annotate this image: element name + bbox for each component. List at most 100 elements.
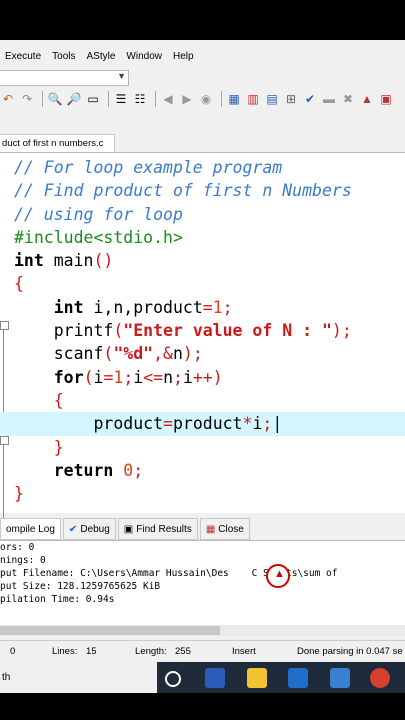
code-token: // using for loop	[14, 204, 183, 224]
stop-icon[interactable]: ▬	[321, 91, 337, 107]
undo-icon[interactable]: ↶	[0, 91, 16, 107]
code-token: ;	[173, 367, 183, 387]
bookmark-prev-icon[interactable]: ◀	[160, 91, 176, 107]
log-line: pilation Time: 0.94s	[0, 594, 115, 605]
scrollbar-thumb[interactable]	[0, 626, 220, 635]
code-editor[interactable]: // For loop example program // Find produ…	[0, 152, 405, 535]
code-line[interactable]: #include<stdio.h>	[14, 226, 405, 249]
check-icon: ✔	[68, 523, 78, 535]
tab-debug[interactable]: ✔ Debug	[62, 518, 116, 540]
code-line[interactable]: {	[14, 272, 405, 295]
code-token: ;	[123, 367, 134, 387]
class-icon[interactable]: ▣	[378, 91, 394, 107]
horizontal-scrollbar[interactable]	[0, 625, 405, 636]
bookmark-next-icon[interactable]: ▶	[179, 91, 195, 107]
code-token: 1	[212, 297, 223, 317]
close-panel-icon: ▦	[205, 523, 216, 535]
code-line[interactable]: for(i=1;i<=n;i++)	[14, 366, 405, 389]
code-line[interactable]: int main()	[14, 249, 405, 272]
tab-find-results-label: Find Results	[136, 523, 192, 535]
code-token: ;	[262, 414, 273, 434]
menu-execute[interactable]: Execute	[5, 51, 41, 62]
code-token: =	[202, 297, 213, 317]
taskbar-search[interactable]: th	[0, 662, 157, 693]
code-line[interactable]: // using for loop	[14, 203, 405, 226]
fold-collapse-icon[interactable]	[0, 321, 9, 330]
log-line: nings: 0	[0, 555, 46, 566]
file-explorer-icon[interactable]	[247, 668, 267, 688]
outlook-icon[interactable]	[288, 668, 308, 688]
toolbar-separator	[221, 91, 222, 107]
code-text[interactable]: // For loop example program // Find produ…	[0, 156, 405, 505]
task-view-icon[interactable]	[165, 671, 181, 687]
status-lines-label: Lines:	[52, 645, 78, 657]
status-lines: 15	[86, 645, 97, 657]
code-token: (	[113, 321, 124, 341]
status-bar: 0 Lines: 15 Length: 255 Insert Done pars…	[0, 640, 405, 661]
code-token: // For loop example program	[14, 158, 283, 177]
code-token: // Find product of first n Numbers	[14, 181, 352, 201]
code-token: i	[252, 414, 263, 434]
code-token: =	[103, 367, 114, 387]
code-token: int	[53, 297, 84, 317]
code-token: #include<stdio.h>	[14, 227, 183, 247]
goto-icon[interactable]: ▭	[85, 91, 101, 107]
code-line[interactable]: int i,n,product=1;	[14, 296, 405, 319]
check-icon[interactable]: ✔	[302, 91, 318, 107]
code-line[interactable]: }	[14, 436, 405, 459]
tab-close-label: Close	[218, 523, 244, 535]
code-token: product	[172, 414, 243, 434]
menu-tools[interactable]: Tools	[52, 51, 75, 62]
replace-icon[interactable]: 🔎	[66, 91, 82, 107]
chrome-icon[interactable]	[370, 668, 390, 688]
ide-window: Execute Tools AStyle Window Help ▼ ↶ ↷ 🔍…	[0, 40, 405, 693]
bookmark-icon[interactable]: ◉	[198, 91, 214, 107]
compile-run-icon[interactable]: ▤	[264, 91, 280, 107]
toolbar-separator	[108, 91, 109, 107]
word-icon[interactable]	[205, 668, 225, 688]
code-line[interactable]: product=product*i;|	[0, 412, 405, 436]
code-token: 1	[113, 367, 124, 387]
code-line[interactable]: scanf("%d",&n);	[14, 342, 405, 365]
indent-icon[interactable]: ☰	[113, 91, 129, 107]
menu-help[interactable]: Help	[173, 51, 194, 62]
rebuild-icon[interactable]: ⊞	[283, 91, 299, 107]
find-icon[interactable]: 🔍	[47, 91, 63, 107]
editor-file-tab[interactable]: duct of first n numbers.c	[0, 134, 115, 154]
toolbar-separator	[155, 91, 156, 107]
code-token: =	[163, 414, 173, 434]
compiler-select[interactable]: ▼	[0, 70, 129, 86]
code-token: );	[182, 344, 203, 364]
devcpp-icon[interactable]	[330, 668, 350, 688]
status-mode: Insert	[232, 645, 256, 657]
code-token: n	[172, 344, 183, 364]
tab-debug-label: Debug	[80, 523, 110, 535]
tab-close[interactable]: ▦ Close	[199, 518, 250, 540]
toolbar-combo-row: ▼	[0, 68, 405, 86]
compile-icon[interactable]: ▦	[226, 91, 242, 107]
code-line[interactable]: // For loop example program	[14, 156, 405, 179]
code-token: ,&	[153, 344, 173, 364]
unindent-icon[interactable]: ☷	[132, 91, 148, 107]
project-icon[interactable]: ▲	[359, 91, 375, 107]
code-line[interactable]: {	[14, 389, 405, 412]
run-icon[interactable]: ▥	[245, 91, 261, 107]
menu-astyle[interactable]: AStyle	[87, 51, 116, 62]
code-line[interactable]: printf("Enter value of N : ");	[14, 319, 405, 342]
status-length: 255	[175, 645, 191, 657]
tab-find-results[interactable]: ▣ Find Results	[117, 518, 198, 540]
code-line[interactable]: // Find product of first n Numbers	[14, 179, 405, 202]
tab-compile-log[interactable]: ompile Log	[0, 518, 61, 540]
close-icon[interactable]: ✖	[340, 91, 356, 107]
code-token: <=	[143, 367, 164, 387]
code-line[interactable]: return 0;	[14, 459, 405, 482]
menu-window[interactable]: Window	[126, 51, 162, 62]
redo-icon[interactable]: ↷	[19, 91, 35, 107]
fold-collapse-icon[interactable]	[0, 436, 9, 445]
code-token: "Enter value of N : "	[123, 321, 332, 341]
fold-gutter	[0, 153, 10, 535]
code-line[interactable]: }	[14, 482, 405, 505]
